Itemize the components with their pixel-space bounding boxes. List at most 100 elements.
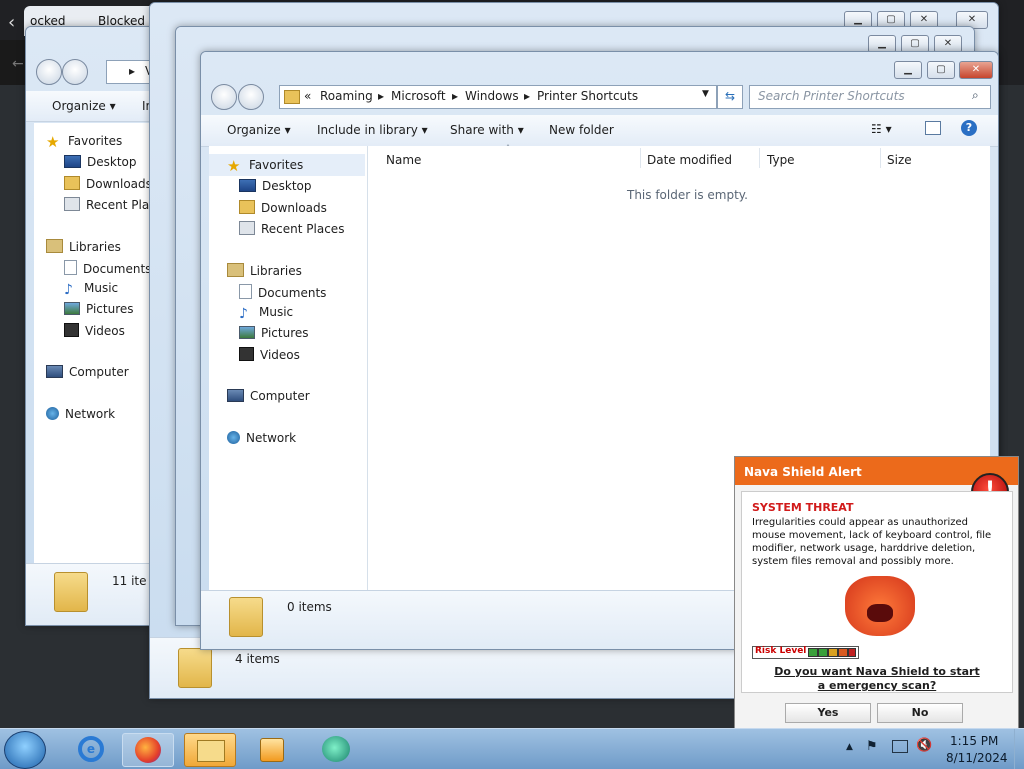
nav-documents[interactable]: Documents [64,260,151,276]
breadcrumb-printer-shortcuts[interactable]: Printer Shortcuts [537,89,638,103]
nav-desktop[interactable]: Desktop [239,179,312,193]
folder-user-icon [54,572,88,612]
volume-muted-icon[interactable]: 🔇 [916,738,932,753]
file-explorer-icon[interactable] [184,733,236,767]
show-hidden-icons-icon[interactable]: ▲ [846,742,853,752]
computer-icon [227,389,244,402]
back-button[interactable] [211,84,237,110]
nav-computer[interactable]: Computer [227,389,310,403]
column-size[interactable]: Size [887,153,912,167]
column-name[interactable]: Name [386,153,421,167]
nav-desktop[interactable]: Desktop [64,155,137,169]
forward-button[interactable] [238,84,264,110]
pictures-icon [239,326,255,339]
clock-date[interactable]: 8/11/2024 [946,751,1008,765]
nav-downloads[interactable]: Downloads [239,200,327,215]
back-button[interactable] [36,59,62,85]
column-date-modified[interactable]: Date modified [647,153,732,167]
maximize-button[interactable]: ▢ [927,61,955,79]
back-arrow-icon[interactable]: ‹ [8,12,15,33]
item-count: 0 items [287,600,332,614]
no-button[interactable]: No [877,703,963,723]
breadcrumb-roaming[interactable]: Roaming [320,89,373,103]
media-center-icon[interactable] [312,733,362,765]
taskbar: e ▲ ⚑ 🔇 1:15 PM 8/11/2024 [0,728,1024,769]
desktop-icon [239,179,256,192]
threat-description: Irregularities could appear as unauthori… [752,517,992,567]
network-icon [227,431,240,444]
address-bar[interactable]: « Roaming ▸ Microsoft ▸ Windows ▸ Printe… [279,85,717,109]
nav-network[interactable]: Network [227,431,296,445]
music-icon: ♪ [239,306,248,322]
refresh-button[interactable]: ⇆ [717,85,743,109]
view-options-icon[interactable]: ☷ ▾ [871,122,892,136]
start-button[interactable] [4,731,46,769]
breadcrumb-microsoft[interactable]: Microsoft [391,89,446,103]
star-icon: ★ [46,133,60,151]
nav-libraries[interactable]: Libraries [227,263,302,278]
desktop-icon [64,155,81,168]
videos-icon [64,323,79,337]
new-folder-button[interactable]: New folder [549,123,614,137]
nav-computer[interactable]: Computer [46,365,129,379]
minimize-button[interactable]: ▁ [894,61,922,79]
breadcrumb-windows[interactable]: Windows [465,89,519,103]
nav-pictures[interactable]: Pictures [239,326,309,340]
include-in-library-menu[interactable]: Include in library ▾ [317,123,428,137]
help-icon[interactable]: ? [961,120,977,136]
music-icon: ♪ [64,282,73,298]
scan-question: Do you want Nava Shield to start a emerg… [774,665,980,692]
nav-music[interactable]: ♪ Music [64,281,118,297]
search-icon[interactable]: ⌕ [972,88,979,103]
column-type[interactable]: Type [767,153,795,167]
nava-shield-alert: Nava Shield Alert ! SYSTEM THREAT Irregu… [734,456,1019,736]
downloads-icon [239,200,255,214]
organize-menu[interactable]: Organize ▾ [52,99,116,113]
pictures-icon [64,302,80,315]
action-center-flag-icon[interactable]: ⚑ [866,739,878,754]
nav-favorites[interactable]: ★ Favorites [46,134,122,151]
search-input[interactable]: Search Printer Shortcuts ⌕ [749,85,991,109]
forward-button[interactable] [62,59,88,85]
star-icon: ★ [227,157,241,175]
videos-icon [239,347,254,361]
nav-videos[interactable]: Videos [64,323,125,338]
nav-downloads[interactable]: Downloads [64,176,152,191]
network-tray-icon[interactable] [892,740,908,753]
downloads-icon [64,176,80,190]
alert-body: SYSTEM THREAT Irregularities could appea… [741,491,1013,693]
threat-title: SYSTEM THREAT [752,501,854,514]
nav-recent-places[interactable]: Recent Places [239,221,344,236]
folder-icon [284,90,300,104]
firefox-icon[interactable] [122,733,174,767]
navigation-pane: ★ Favorites Desktop Downloads Recent Plac… [209,146,368,590]
preview-pane-icon[interactable] [925,121,941,135]
folder-icon [229,597,263,637]
empty-folder-message: This folder is empty. [627,188,748,202]
item-count: 4 items [235,652,280,666]
close-button[interactable]: ✕ [959,61,993,79]
documents-icon [64,260,77,275]
nav-network[interactable]: Network [46,407,115,421]
nav-videos[interactable]: Videos [239,347,300,362]
nav-libraries[interactable]: Libraries [46,239,121,254]
mascot-icon [845,576,915,636]
clock-time[interactable]: 1:15 PM [950,734,998,748]
nav-back-icon[interactable]: ← [12,56,24,72]
libraries-icon [227,263,244,277]
recent-places-icon [64,197,80,211]
libraries-icon [46,239,63,253]
nav-pictures[interactable]: Pictures [64,302,134,316]
media-player-icon[interactable] [246,733,296,765]
share-with-menu[interactable]: Share with ▾ [450,123,524,137]
organize-menu[interactable]: Organize ▾ [227,123,291,137]
internet-explorer-icon[interactable]: e [66,733,116,765]
show-desktop-button[interactable] [1014,729,1024,769]
nav-favorites[interactable]: ★ Favorites [227,158,303,175]
nav-music[interactable]: ♪ Music [239,305,293,321]
recent-places-icon [239,221,255,235]
yes-button[interactable]: Yes [785,703,871,723]
sort-arrow-icon: ˆ [506,144,510,153]
nav-documents[interactable]: Documents [239,284,326,300]
address-dropdown-icon[interactable]: ▼ [702,89,709,99]
